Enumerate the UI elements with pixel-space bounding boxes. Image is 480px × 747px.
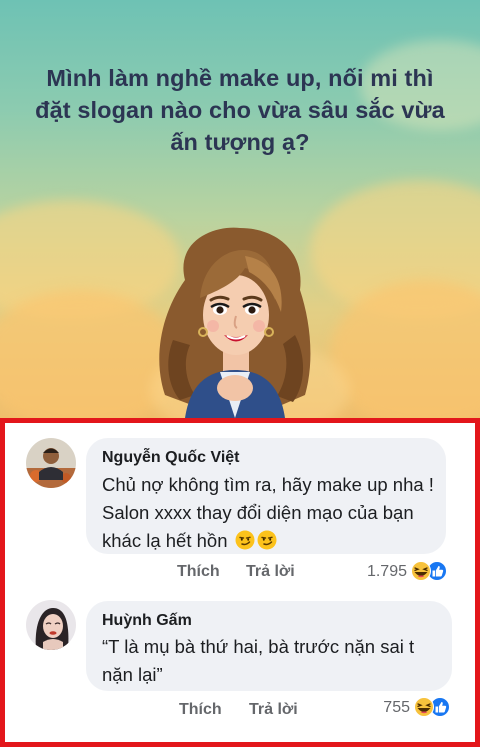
comment-text: “T là mụ bà thứ hai, bà trước nặn sai t …: [102, 636, 415, 685]
reaction-icons[interactable]: [412, 697, 452, 717]
smirk-emoji-icon: [257, 530, 277, 550]
reaction-icons[interactable]: [409, 561, 449, 581]
reaction-count[interactable]: 1.795: [355, 563, 407, 581]
like-button[interactable]: Thích: [177, 563, 220, 581]
commenter-avatar[interactable]: [26, 600, 76, 650]
comment-bubble: Huỳnh Gấm “T là mụ bà thứ hai, bà trước …: [86, 601, 452, 691]
like-button[interactable]: Thích: [179, 701, 222, 719]
reaction-count[interactable]: 755: [370, 699, 410, 717]
smirk-emoji-icon: [235, 530, 255, 550]
comment-text: Chủ nợ không tìm ra, hãy make up nha ! S…: [102, 471, 437, 555]
avatar-figure: [159, 227, 311, 418]
comment-author[interactable]: Huỳnh Gấm: [102, 612, 192, 630]
comment-author[interactable]: Nguyễn Quốc Việt: [102, 449, 240, 467]
reply-button[interactable]: Trả lời: [249, 701, 298, 719]
post-card: Mình làm nghề make up, nối mi thì đặt sl…: [0, 0, 480, 418]
haha-icon: [414, 697, 434, 717]
commenter-avatar[interactable]: [26, 438, 76, 488]
post-question: Mình làm nghề make up, nối mi thì đặt sl…: [35, 65, 445, 155]
haha-icon: [411, 561, 431, 581]
reply-button[interactable]: Trả lời: [246, 563, 295, 581]
comment-bubble: Nguyễn Quốc Việt Chủ nợ không tìm ra, hã…: [86, 438, 446, 554]
